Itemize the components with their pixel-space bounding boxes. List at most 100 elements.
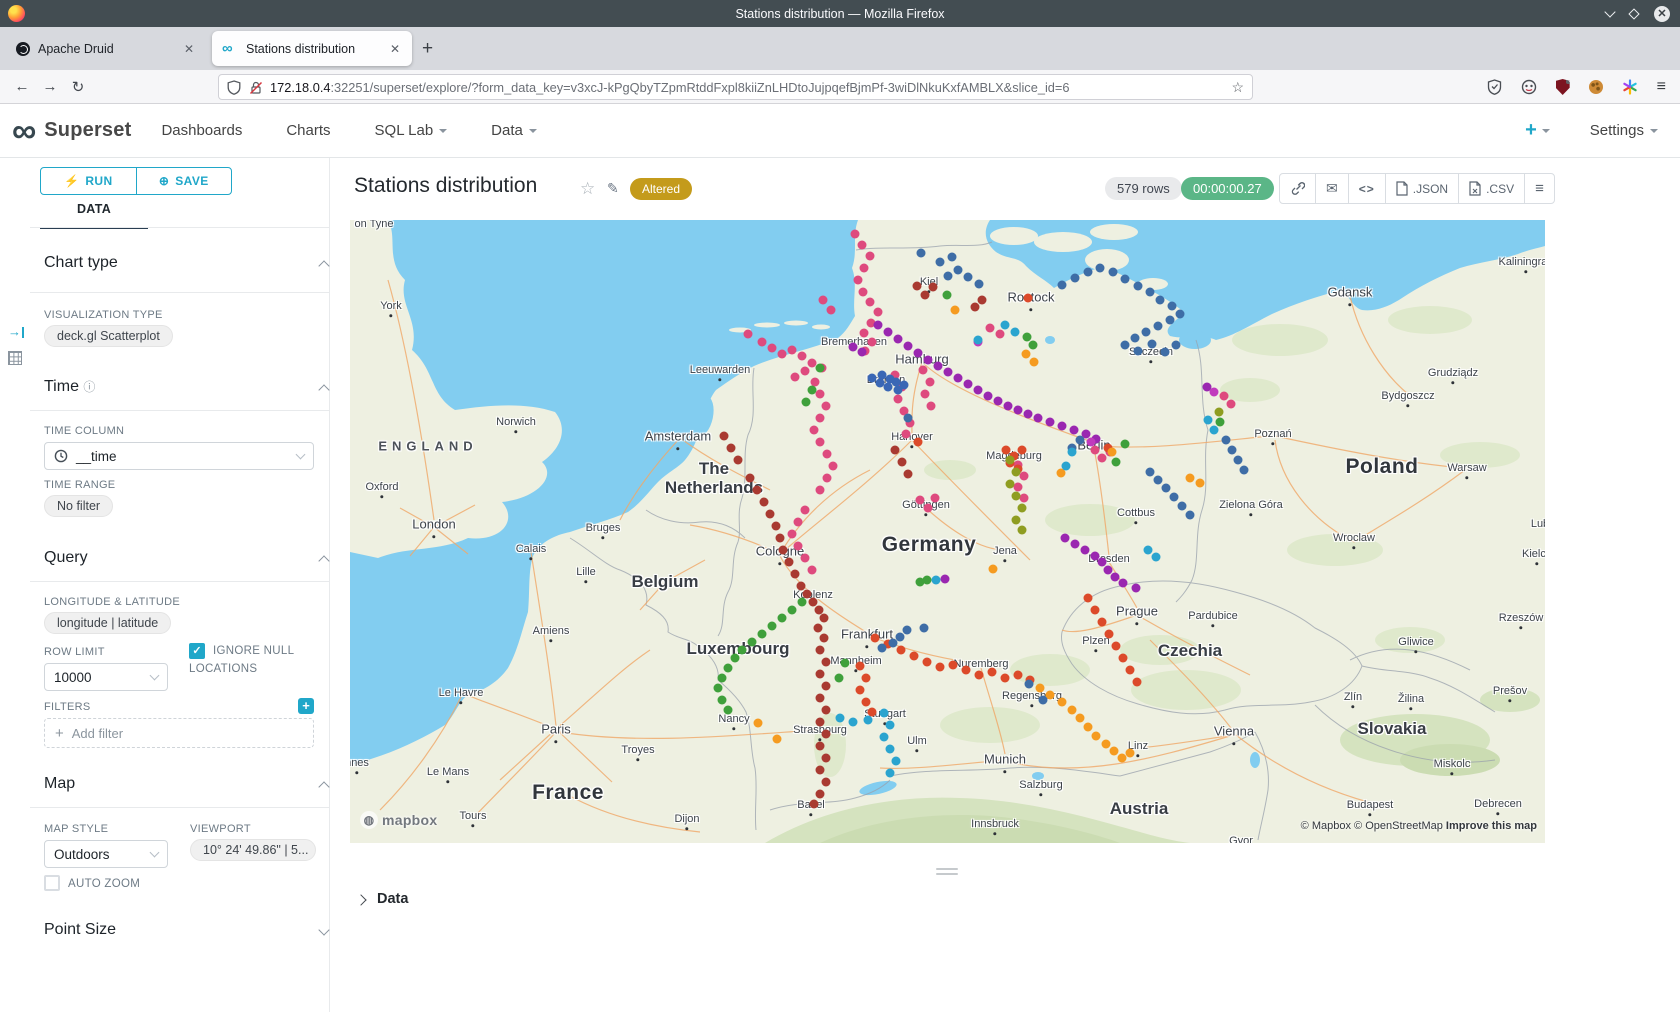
export-csv-button[interactable]: .CSV <box>1458 174 1524 203</box>
panel-resize-handle[interactable] <box>936 868 958 878</box>
station-dot <box>801 554 810 563</box>
pinwheel-extension-icon[interactable] <box>1622 79 1638 95</box>
chevron-up-icon[interactable] <box>318 384 329 395</box>
station-dot <box>1112 458 1121 467</box>
section-chart-type[interactable]: Chart type <box>44 254 118 272</box>
deckgl-map[interactable]: on TyneYorkNorwichENGLANDOxfordLondonCal… <box>350 220 1545 843</box>
nav-item-dashboards[interactable]: Dashboards <box>161 122 242 139</box>
window-maximize-icon[interactable] <box>1628 8 1639 19</box>
mask-extension-icon[interactable] <box>1521 79 1537 95</box>
settings-menu[interactable]: Settings <box>1590 122 1658 139</box>
mapbox-logo[interactable]: ◍ mapbox <box>360 811 437 829</box>
collapse-panel-icon[interactable]: → <box>8 324 24 339</box>
station-dot <box>1204 416 1213 425</box>
chevron-down-icon[interactable] <box>318 924 329 935</box>
url-input[interactable]: 172.18.0.4:32251/superset/explore/?form_… <box>270 80 1224 95</box>
map-style-select[interactable]: Outdoors <box>44 840 168 868</box>
station-dot <box>1098 618 1107 627</box>
add-filter-box[interactable]: + Add filter <box>44 718 314 748</box>
section-map[interactable]: Map <box>44 775 75 793</box>
tab-close-icon[interactable]: ✕ <box>182 42 196 56</box>
attribution-mapbox-link[interactable]: © Mapbox <box>1301 820 1351 832</box>
forward-button[interactable]: → <box>36 78 64 95</box>
chevron-up-icon[interactable] <box>318 260 329 271</box>
export-json-button[interactable]: .JSON <box>1385 174 1458 203</box>
station-dot <box>1133 678 1142 687</box>
window-minimize-icon[interactable] <box>1604 6 1615 17</box>
tab-stations-distribution[interactable]: ∞ Stations distribution ✕ <box>212 31 412 66</box>
lonlat-value[interactable]: longitude | latitude <box>44 612 171 634</box>
superset-brand[interactable]: ∞ Superset <box>12 116 131 146</box>
station-dot <box>866 298 875 307</box>
station-dot <box>778 350 787 359</box>
datasource-grid-icon[interactable] <box>8 351 22 365</box>
station-dot <box>1084 268 1093 277</box>
station-dot <box>1126 749 1135 758</box>
station-dot <box>1144 546 1153 555</box>
station-dot <box>1071 540 1080 549</box>
altered-badge[interactable]: Altered <box>630 178 692 200</box>
station-dot <box>880 733 889 742</box>
ublock-extension-icon[interactable]: 2 <box>1556 79 1570 95</box>
station-dot <box>810 800 819 809</box>
tracking-shield-icon[interactable] <box>227 80 241 95</box>
nav-item-sql-lab[interactable]: SQL Lab <box>375 122 448 139</box>
run-button[interactable]: ⚡RUN <box>41 168 136 194</box>
window-close-icon[interactable]: ✕ <box>1654 6 1670 22</box>
row-limit-select[interactable]: 10000 <box>44 663 168 691</box>
station-dot <box>948 253 957 262</box>
new-chart-button[interactable]: + <box>1525 119 1550 142</box>
attribution-osm-link[interactable]: © OpenStreetMap <box>1354 820 1443 832</box>
tab-apache-druid[interactable]: Apache Druid ✕ <box>6 31 206 66</box>
station-dot <box>822 658 831 667</box>
file-x-icon <box>1469 181 1481 196</box>
station-dot <box>914 438 923 447</box>
station-dot <box>862 698 871 707</box>
station-dot <box>1024 294 1033 303</box>
chevron-up-icon[interactable] <box>318 555 329 566</box>
station-dot <box>897 646 906 655</box>
station-dot <box>929 283 938 292</box>
improve-map-link[interactable]: Improve this map <box>1446 820 1537 832</box>
tab-close-icon[interactable]: ✕ <box>388 42 402 56</box>
nav-item-data[interactable]: Data <box>491 122 537 139</box>
station-dot <box>910 652 919 661</box>
tab-data[interactable]: DATA <box>40 202 148 229</box>
embed-code-button[interactable]: <> <box>1348 174 1385 203</box>
email-button[interactable]: ✉ <box>1315 174 1348 203</box>
nav-item-charts[interactable]: Charts <box>286 122 330 139</box>
back-button[interactable]: ← <box>8 78 36 95</box>
station-dot <box>1004 402 1013 411</box>
chart-menu-button[interactable]: ≡ <box>1524 174 1554 203</box>
copy-link-button[interactable] <box>1280 174 1315 203</box>
section-point-size[interactable]: Point Size <box>44 921 116 939</box>
viz-type-value[interactable]: deck.gl Scatterplot <box>44 325 173 347</box>
new-tab-button[interactable]: + <box>422 38 433 60</box>
insecure-lock-icon[interactable] <box>248 80 263 95</box>
browser-menu-icon[interactable]: ≡ <box>1657 78 1666 96</box>
chevron-up-icon[interactable] <box>318 781 329 792</box>
station-dot <box>724 664 733 673</box>
section-time[interactable]: Time ⓘ <box>44 378 95 396</box>
protection-shield-icon[interactable] <box>1487 79 1502 95</box>
time-range-value[interactable]: No filter <box>44 495 113 517</box>
expand-data-caret-icon[interactable] <box>355 894 366 905</box>
station-dot <box>874 308 883 317</box>
station-dot <box>1186 511 1195 520</box>
section-query[interactable]: Query <box>44 549 88 567</box>
auto-zoom-checkbox[interactable] <box>44 875 60 891</box>
station-dot <box>798 598 807 607</box>
data-panel-toggle[interactable]: Data <box>377 891 408 907</box>
edit-properties-icon[interactable]: ✎ <box>607 180 619 197</box>
ignore-null-checkbox[interactable]: ✓ <box>189 643 205 659</box>
save-button[interactable]: ⊕SAVE <box>136 168 232 194</box>
favorite-star-icon[interactable]: ☆ <box>580 179 595 199</box>
url-bar[interactable]: 172.18.0.4:32251/superset/explore/?form_… <box>218 74 1253 100</box>
clock-icon <box>54 449 68 463</box>
viewport-value[interactable]: 10° 24' 49.86" | 5... <box>190 839 316 861</box>
bookmark-star-icon[interactable]: ☆ <box>1231 79 1244 96</box>
cookie-extension-icon[interactable] <box>1589 80 1603 94</box>
reload-button[interactable]: ↻ <box>64 78 92 96</box>
add-filter-plus-button[interactable]: + <box>298 698 314 714</box>
time-column-select[interactable]: __time <box>44 442 314 470</box>
